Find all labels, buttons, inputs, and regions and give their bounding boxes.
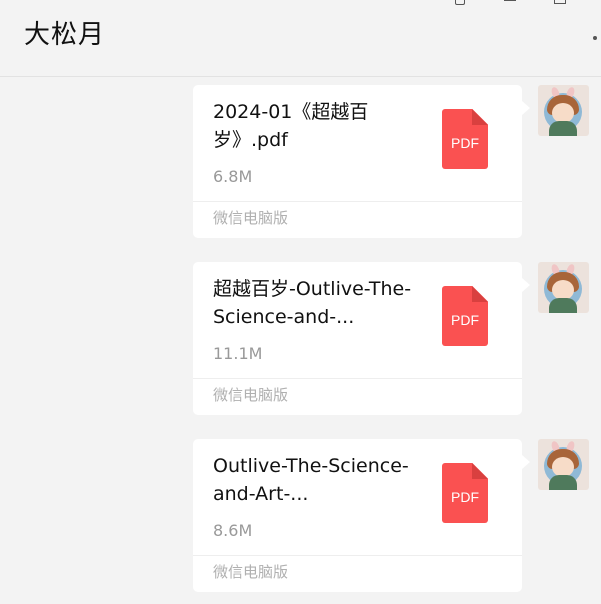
bubble-tail [522,455,530,469]
avatar[interactable] [538,439,589,490]
file-size: 11.1M [213,344,263,363]
file-source: 微信电脑版 [213,209,289,227]
file-size: 6.8M [213,167,253,186]
file-message[interactable]: 超越百岁-Outlive-The-Science-and-... 11.1M P… [193,262,530,415]
chat-title: 大松月 [24,20,106,50]
pdf-icon-fold [472,286,488,302]
file-size: 8.6M [213,521,253,540]
file-name: 2024-01《超越百岁》.pdf [213,101,369,151]
pin-icon[interactable] [450,0,470,10]
file-message[interactable]: Outlive-The-Science-and-Art-... 8.6M PDF… [193,439,530,592]
avatar[interactable] [538,85,589,136]
bubble-tail [522,101,530,115]
pdf-icon-label: PDF [451,135,479,151]
pdf-icon-fold [472,463,488,479]
bubble-tail [522,278,530,292]
pdf-icon-label: PDF [451,312,479,328]
file-message[interactable]: 2024-01《超越百岁》.pdf 6.8M PDF 微信电脑版 [193,85,530,238]
file-bubble[interactable]: 2024-01《超越百岁》.pdf 6.8M PDF 微信电脑版 [193,85,522,238]
file-bubble[interactable]: 超越百岁-Outlive-The-Science-and-... 11.1M P… [193,262,522,415]
file-name: 超越百岁-Outlive-The-Science-and-... [213,278,412,328]
maximize-icon[interactable] [549,0,569,10]
chat-header: 大松月 [0,0,601,77]
file-name: Outlive-The-Science-and-Art-... [213,455,409,505]
divider [193,378,522,379]
pdf-icon-label: PDF [451,489,479,505]
file-source: 微信电脑版 [213,386,289,404]
more-icon[interactable] [592,30,601,46]
file-bubble[interactable]: Outlive-The-Science-and-Art-... 8.6M PDF… [193,439,522,592]
divider [193,201,522,202]
avatar[interactable] [538,262,589,313]
file-source: 微信电脑版 [213,563,289,581]
divider [193,555,522,556]
minimize-icon[interactable] [500,0,520,10]
